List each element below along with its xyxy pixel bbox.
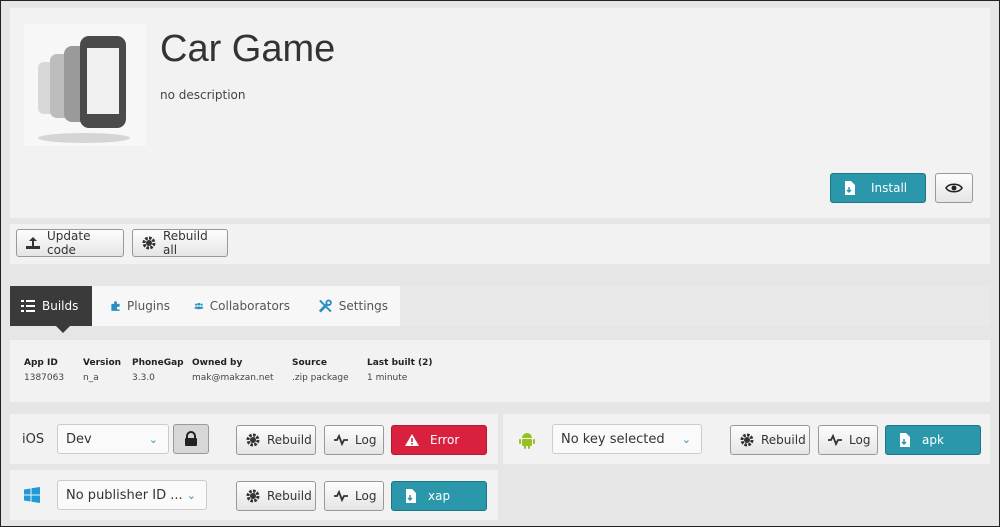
android-key-select[interactable]: No key selected ⌄ — [552, 424, 702, 454]
android-rebuild-button[interactable]: Rebuild — [730, 425, 810, 455]
gear-icon — [740, 433, 754, 447]
ios-status-label: Error — [430, 433, 460, 447]
info-value-owner: mak@makzan.net — [192, 373, 274, 383]
tab-builds[interactable]: Builds — [10, 286, 92, 326]
gear-icon — [246, 433, 260, 447]
warning-icon — [405, 434, 419, 446]
android-log-button[interactable]: Log — [818, 425, 878, 455]
chevron-down-icon: ⌄ — [148, 433, 158, 446]
update-code-button[interactable]: Update code — [16, 229, 124, 257]
chevron-down-icon: ⌄ — [186, 489, 196, 502]
info-header-last-built: Last built (2) — [367, 358, 433, 368]
app-icon — [24, 24, 146, 146]
tab-plugins-label: Plugins — [127, 299, 170, 313]
info-value-last-built: 1 minute — [367, 373, 408, 383]
pulse-icon — [828, 434, 842, 446]
install-label: Install — [871, 181, 908, 195]
info-header-phonegap: PhoneGap — [132, 358, 184, 368]
gear-icon — [142, 236, 156, 250]
preview-button[interactable] — [935, 173, 973, 203]
windows-rebuild-button[interactable]: Rebuild — [236, 481, 316, 511]
info-value-source: .zip package — [292, 373, 349, 383]
windows-xap-download-button[interactable]: xap — [391, 481, 487, 511]
ios-label: iOS — [22, 432, 45, 447]
android-key-value: No key selected — [561, 431, 665, 447]
windows-log-button[interactable]: Log — [324, 481, 384, 511]
gear-icon — [246, 489, 260, 503]
tools-icon — [318, 299, 332, 313]
update-code-label: Update code — [47, 229, 91, 257]
windows-rebuild-label: Rebuild — [267, 489, 312, 503]
tab-plugins[interactable]: Plugins — [100, 286, 180, 326]
ios-error-button[interactable]: Error — [391, 425, 487, 455]
windows-publisher-select[interactable]: No publisher ID ... ⌄ — [57, 480, 207, 510]
lock-icon — [185, 431, 197, 446]
download-file-icon — [845, 181, 855, 195]
ios-key-value: Dev — [66, 431, 92, 447]
list-icon — [21, 300, 35, 312]
download-file-icon — [900, 433, 910, 447]
users-icon — [194, 302, 204, 310]
android-apk-download-button[interactable]: apk — [885, 425, 981, 455]
info-value-app-id: 1387063 — [24, 373, 65, 383]
app-title: Car Game — [160, 28, 336, 70]
ios-rebuild-button[interactable]: Rebuild — [236, 425, 316, 455]
ios-log-label: Log — [355, 433, 377, 447]
windows-key-value: No publisher ID ... — [66, 487, 183, 503]
download-file-icon — [406, 489, 416, 503]
android-rebuild-label: Rebuild — [761, 433, 806, 447]
android-icon — [519, 433, 535, 449]
windows-icon — [24, 487, 40, 503]
active-tab-pointer — [56, 326, 70, 333]
app-description: no description — [160, 88, 246, 102]
tab-settings-label: Settings — [338, 299, 388, 313]
ios-rebuild-label: Rebuild — [267, 433, 312, 447]
tab-collaborators-label: Collaborators — [209, 299, 290, 313]
info-header-source: Source — [292, 358, 327, 368]
tab-builds-label: Builds — [42, 299, 79, 313]
info-value-phonegap: 3.3.0 — [132, 373, 155, 383]
ios-log-button[interactable]: Log — [324, 425, 384, 455]
rebuild-all-button[interactable]: Rebuild all — [132, 229, 228, 257]
windows-status-label: xap — [428, 489, 451, 503]
tab-collaborators[interactable]: Collaborators — [184, 286, 300, 326]
ios-key-select[interactable]: Dev ⌄ — [57, 424, 169, 454]
pulse-icon — [334, 490, 348, 502]
install-button[interactable]: Install — [830, 173, 926, 203]
windows-log-label: Log — [355, 489, 377, 503]
rebuild-all-label: Rebuild all — [163, 229, 208, 257]
pulse-icon — [334, 434, 348, 446]
puzzle-icon — [111, 301, 120, 311]
ios-key-lock-button[interactable] — [173, 424, 209, 454]
info-header-app-id: App ID — [24, 358, 58, 368]
eye-icon — [945, 183, 963, 193]
info-header-owner: Owned by — [192, 358, 243, 368]
android-log-label: Log — [849, 433, 871, 447]
app-info-panel — [10, 340, 990, 402]
info-header-version: Version — [83, 358, 122, 368]
upload-icon — [26, 237, 40, 249]
tab-settings[interactable]: Settings — [308, 286, 398, 326]
android-status-label: apk — [922, 433, 944, 447]
info-value-version: n_a — [83, 373, 99, 383]
chevron-down-icon: ⌄ — [681, 433, 691, 446]
